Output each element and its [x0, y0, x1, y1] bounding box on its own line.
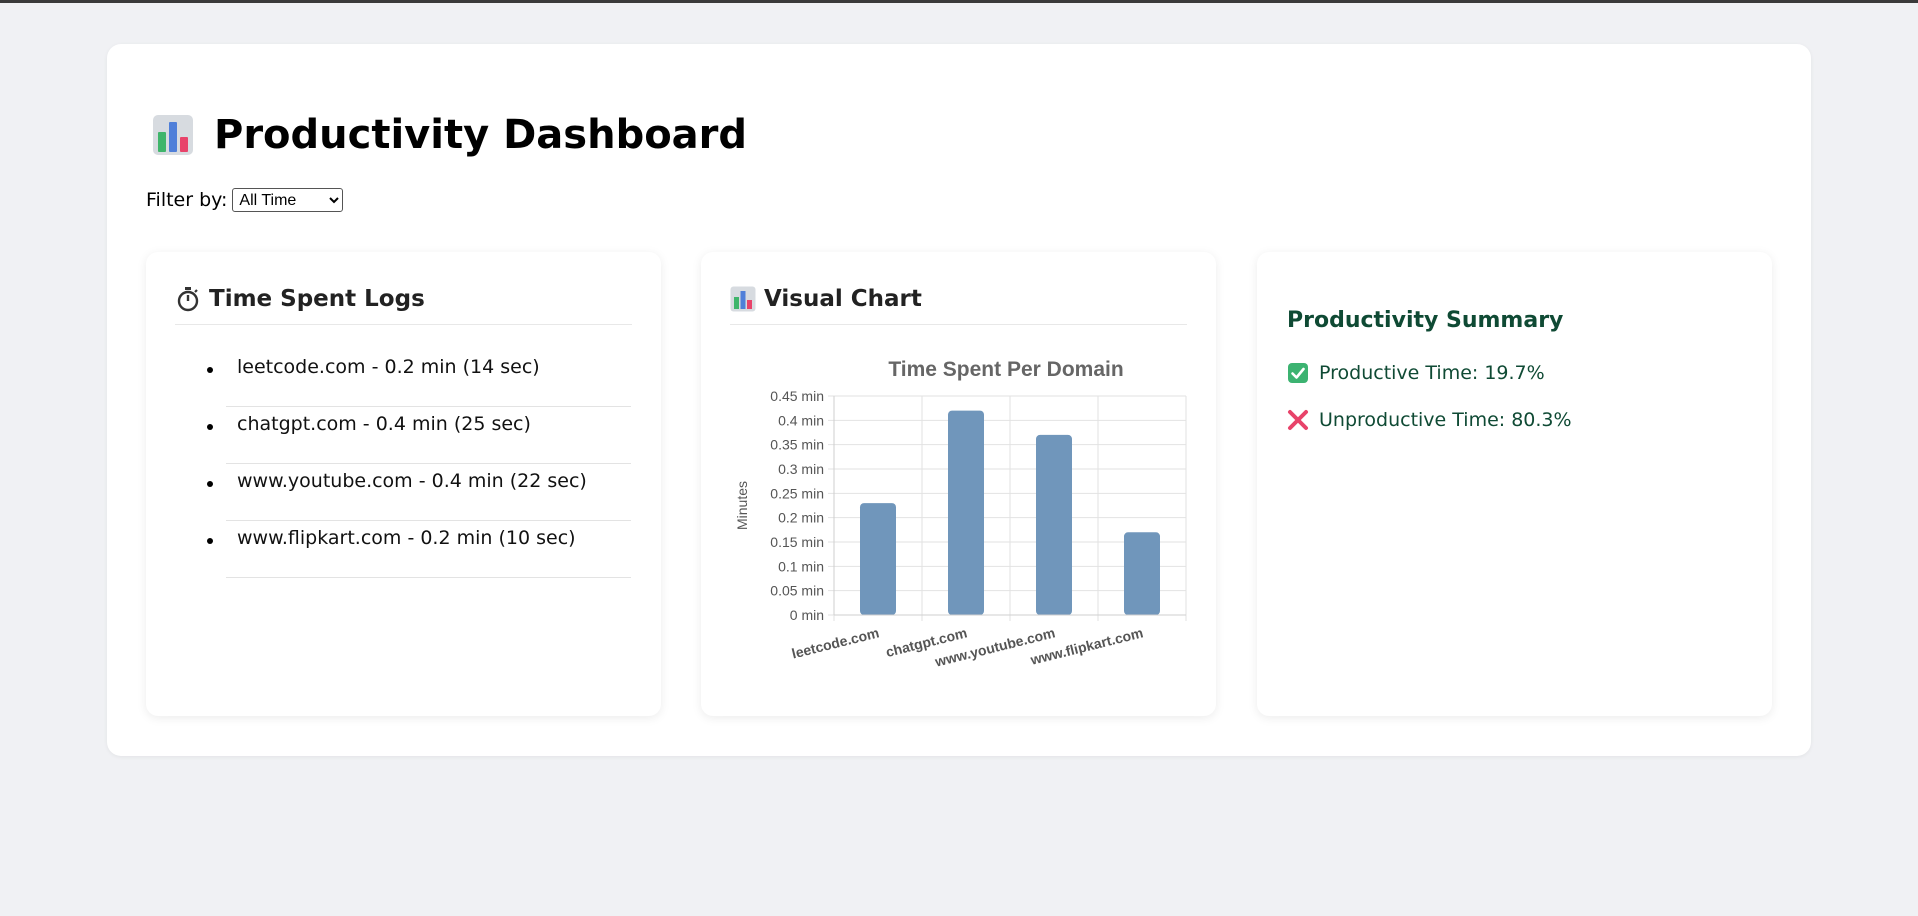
productive-time-text: Productive Time: 19.7% — [1319, 362, 1545, 384]
chart-y-tick-label: 0.25 min — [770, 485, 824, 501]
bar-chart: Time Spent Per Domain 0 min 0.05 min 0.1 mi… — [734, 358, 1187, 670]
log-item: www.youtube.com - 0.4 min (22 sec) — [207, 464, 631, 521]
window-top-edge — [0, 0, 1918, 3]
time-logs-title: Time Spent Logs — [209, 286, 425, 312]
time-logs-heading: Time Spent Logs — [175, 286, 632, 325]
productivity-summary-card: Productivity Summary Productive Time: 19… — [1257, 252, 1772, 716]
chart-y-tick-label: 0.35 min — [770, 437, 824, 453]
chart-y-axis-label: Minutes — [734, 481, 750, 530]
chart-y-tick-label: 0.05 min — [770, 583, 824, 599]
chart-bar — [1124, 532, 1160, 615]
stopwatch-icon — [177, 287, 199, 312]
chart-bar — [948, 410, 984, 615]
chart-y-tick-label: 0.4 min — [778, 412, 824, 428]
chart-y-tick-label: 0 min — [790, 607, 824, 623]
chart-y-tick-label: 0.15 min — [770, 534, 824, 550]
time-logs-card: Time Spent Logs leetcode.com - 0.2 min (… — [146, 252, 661, 716]
productive-time-row: Productive Time: 19.7% — [1287, 362, 1545, 384]
page-title: Productivity Dashboard — [152, 112, 747, 158]
page-title-text: Productivity Dashboard — [214, 112, 748, 158]
chart-y-tick-label: 0.2 min — [778, 510, 824, 526]
log-item: www.flipkart.com - 0.2 min (10 sec) — [207, 521, 631, 578]
chart-y-tick-label: 0.45 min — [770, 388, 824, 404]
chart-x-tick-label: leetcode.com — [790, 624, 881, 661]
filter-label: Filter by: — [146, 189, 228, 211]
chart-bar — [860, 503, 896, 615]
visual-chart-card: Visual Chart Time Spent Per Domain 0 min 0… — [701, 252, 1216, 716]
unproductive-time-text: Unproductive Time: 80.3% — [1319, 409, 1572, 431]
logs-list: leetcode.com - 0.2 min (14 sec) chatgpt.… — [207, 350, 631, 578]
check-mark-icon — [1288, 363, 1308, 383]
chart-bar — [1036, 434, 1072, 615]
cross-mark-icon — [1288, 410, 1308, 430]
chart-title: Time Spent Per Domain — [888, 358, 1123, 381]
log-item: leetcode.com - 0.2 min (14 sec) — [207, 350, 631, 407]
log-item: chatgpt.com - 0.4 min (25 sec) — [207, 407, 631, 464]
summary-title: Productivity Summary — [1287, 308, 1564, 333]
bar-chart-icon — [153, 115, 193, 155]
chart-y-tick-label: 0.1 min — [778, 558, 824, 574]
filter-select[interactable]: All Time — [232, 188, 344, 212]
filter-row: Filter by: All Time — [146, 188, 344, 212]
chart-y-tick-label: 0.3 min — [778, 461, 824, 477]
unproductive-time-row: Unproductive Time: 80.3% — [1287, 409, 1572, 431]
